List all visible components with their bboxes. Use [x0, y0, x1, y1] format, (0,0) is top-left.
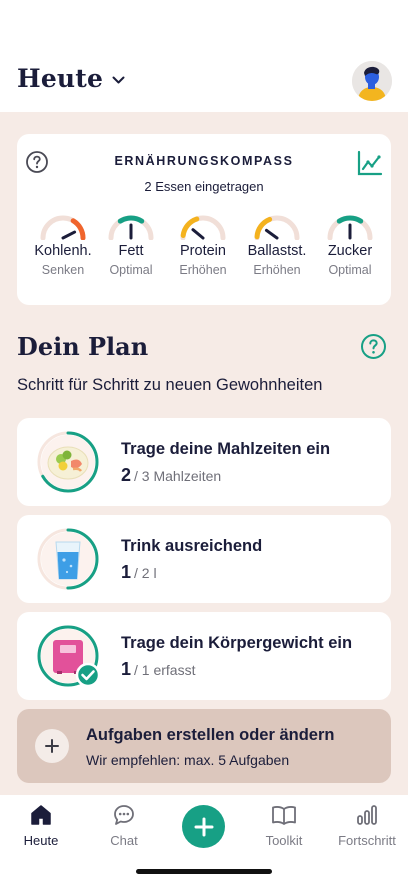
task-total: / 1 erfasst: [134, 662, 196, 678]
page-title: Heute: [17, 64, 104, 93]
avatar[interactable]: [352, 61, 392, 101]
task-count: 2: [121, 465, 132, 485]
tab-label: Fortschritt: [338, 833, 396, 848]
task-card-water[interactable]: Trink ausreichend 1/ 2 l: [17, 515, 391, 603]
gauge-label: Fett: [118, 243, 144, 259]
checkmark-badge-icon: [75, 662, 101, 688]
day-selector[interactable]: Heute: [17, 64, 125, 93]
gauge-meter: [180, 215, 226, 240]
task-title: Trage deine Mahlzeiten ein: [121, 440, 331, 458]
add-entry-button[interactable]: [182, 805, 225, 848]
task-count: 1: [121, 562, 132, 582]
tab-label: Toolkit: [265, 833, 303, 848]
home-indicator: [136, 869, 272, 874]
tab-chat[interactable]: Chat: [83, 803, 165, 848]
bar-chart-icon: [357, 805, 377, 825]
compass-title: ERNÄHRUNGSKOMPASS: [114, 154, 294, 168]
user-avatar-icon: [352, 61, 392, 101]
line-chart-icon[interactable]: [357, 150, 383, 176]
task-card-weight[interactable]: Trage dein Körpergewicht ein 1/ 1 erfass…: [17, 612, 391, 700]
progress-ring: [37, 431, 99, 493]
tab-heute[interactable]: Heute: [0, 803, 82, 848]
task-total: / 3 Mahlzeiten: [134, 468, 222, 484]
gauge-meter: [254, 215, 300, 240]
plus-icon: [35, 729, 69, 763]
gauge-label: Ballastst.: [247, 243, 307, 259]
gauge-status: Optimal: [109, 263, 153, 277]
gauge-status: Senken: [41, 263, 85, 277]
progress-ring: [37, 528, 99, 590]
chevron-down-icon: [112, 76, 125, 84]
gauge-meter: [108, 215, 154, 240]
task-progress: 1/ 1 erfasst: [121, 659, 195, 680]
gauge-fiber: Ballastst. Erhöhen: [240, 212, 314, 277]
task-progress: 2/ 3 Mahlzeiten: [121, 465, 221, 486]
tab-label: Chat: [110, 833, 138, 848]
gauge-label: Protein: [180, 243, 226, 259]
tab-fortschritt[interactable]: Fortschritt: [326, 803, 408, 848]
task-progress: 1/ 2 l: [121, 562, 157, 583]
gauge-status: Erhöhen: [179, 263, 227, 277]
gauge-meter: [40, 215, 86, 240]
task-title: Trink ausreichend: [121, 537, 263, 555]
plan-title: Dein Plan: [17, 332, 149, 361]
plus-icon: [194, 817, 213, 836]
home-icon: [31, 805, 51, 825]
water-glass-icon: [55, 541, 81, 580]
task-card-meals[interactable]: Trage deine Mahlzeiten ein 2/ 3 Mahlzeit…: [17, 418, 391, 506]
book-icon: [272, 806, 296, 825]
compass-subtitle: 2 Essen eingetragen: [144, 179, 264, 194]
nutrition-compass-card: ERNÄHRUNGSKOMPASS 2 Essen eingetragen Ko…: [17, 134, 391, 305]
tab-label: Heute: [23, 833, 59, 848]
gauge-status: Optimal: [328, 263, 372, 277]
gauge-label: Zucker: [327, 243, 373, 259]
task-title: Trage dein Körpergewicht ein: [121, 634, 353, 652]
edit-subtitle: Wir empfehlen: max. 5 Aufgaben: [86, 752, 290, 768]
task-total: / 2 l: [134, 565, 157, 581]
gauge-status: Erhöhen: [253, 263, 301, 277]
tab-toolkit[interactable]: Toolkit: [243, 803, 325, 848]
gauge-carbs: Kohlenh. Senken: [26, 212, 100, 277]
edit-title: Aufgaben erstellen oder ändern: [86, 726, 335, 744]
plan-subtitle: Schritt für Schritt zu neuen Gewohnheite…: [17, 376, 323, 394]
edit-tasks-button[interactable]: Aufgaben erstellen oder ändern Wir empfe…: [17, 709, 391, 783]
chat-icon: [114, 805, 134, 825]
task-count: 1: [121, 659, 132, 679]
header: Heute: [0, 0, 408, 112]
gauge-sugar: Zucker Optimal: [313, 212, 387, 277]
meal-plate-icon: [47, 446, 89, 480]
help-icon[interactable]: [360, 333, 387, 360]
gauge-protein: Protein Erhöhen: [166, 212, 240, 277]
progress-ring: [37, 625, 101, 688]
gauge-meter: [327, 215, 373, 240]
gauge-fat: Fett Optimal: [94, 212, 168, 277]
gauge-label: Kohlenh.: [34, 243, 92, 259]
